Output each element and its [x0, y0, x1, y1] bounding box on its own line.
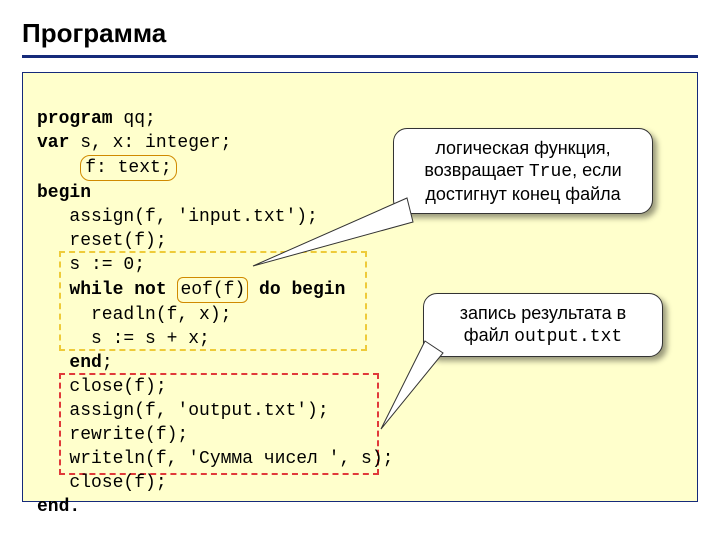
code-line: program qq; [37, 109, 156, 129]
callout-line: достигнут конец файла [408, 183, 638, 205]
callout-text: файл [464, 325, 514, 345]
callout-line: возвращает True, если [408, 159, 638, 183]
kw-end-dot: end. [37, 497, 80, 517]
callout-output: запись результата в файл output.txt [423, 293, 663, 357]
kw-program: program [37, 109, 113, 129]
code-line: assign(f, 'output.txt'); [37, 401, 329, 421]
slide: Программа program qq; var s, x: integer;… [0, 0, 720, 540]
code-text: qq; [113, 109, 156, 129]
code-indent [37, 353, 69, 373]
title-rule [22, 55, 698, 58]
code-indent [37, 158, 80, 178]
kw-dobegin: do begin [248, 280, 345, 300]
callout-eof: логическая функция, возвращает True, есл… [393, 128, 653, 214]
code-line: readln(f, x); [37, 305, 231, 325]
code-panel: program qq; var s, x: integer; f: text; … [22, 72, 698, 502]
code-line: assign(f, 'input.txt'); [37, 207, 318, 227]
code-line: while not eof(f) do begin [37, 280, 345, 300]
callout-text: возвращает [424, 160, 528, 180]
kw-begin: begin [37, 183, 91, 203]
callout-mono: output.txt [514, 327, 622, 347]
callout-line: запись результата в [438, 302, 648, 324]
code-line: reset(f); [37, 231, 167, 251]
code-line: s := s + x; [37, 329, 210, 349]
callout-mono: True [529, 162, 572, 182]
code-line: close(f); [37, 473, 167, 493]
eof-highlight: eof(f) [177, 277, 248, 303]
kw-while: while not [69, 280, 177, 300]
code-text: s, x: integer; [69, 133, 231, 153]
file-decl-highlight: f: text; [80, 155, 176, 181]
code-text: ; [102, 353, 113, 373]
callout-line: логическая функция, [408, 137, 638, 159]
kw-end: end [69, 353, 101, 373]
kw-var: var [37, 133, 69, 153]
code-line: s := 0; [37, 255, 145, 275]
code-line: var s, x: integer; [37, 133, 231, 153]
code-line: rewrite(f); [37, 425, 188, 445]
code-line: f: text; [37, 158, 177, 178]
code-indent [37, 280, 69, 300]
callout-text: , если [572, 160, 622, 180]
code-line: end; [37, 353, 113, 373]
code-line: writeln(f, 'Сумма чисел ', s); [37, 449, 393, 469]
callout-line: файл output.txt [438, 324, 648, 348]
page-title: Программа [22, 18, 698, 49]
code-line: close(f); [37, 377, 167, 397]
